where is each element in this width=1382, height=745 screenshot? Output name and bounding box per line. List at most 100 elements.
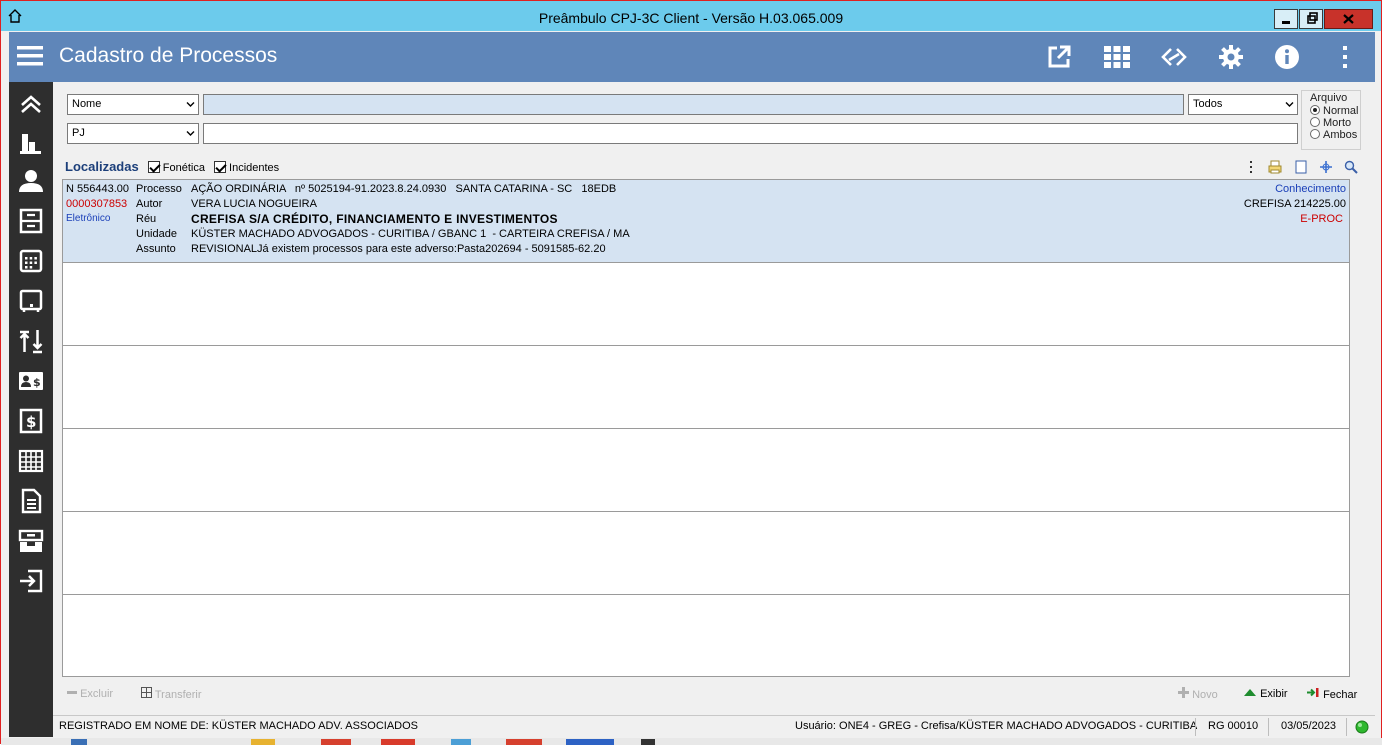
close-icon: [1343, 14, 1354, 24]
empty-row: [63, 429, 1349, 512]
magnifier-icon[interactable]: [1344, 160, 1358, 174]
search-field-select-value: Nome: [72, 98, 102, 110]
arquivo-legend: Arquivo: [1310, 92, 1348, 104]
document-icon[interactable]: [18, 488, 44, 514]
plus-icon: [1178, 687, 1189, 698]
record-fase: Conhecimento: [1275, 183, 1346, 195]
gear-icon[interactable]: [1217, 43, 1245, 71]
chevron-down-icon: [186, 102, 195, 107]
record-code: 0000307853: [66, 198, 128, 210]
empty-row: [63, 263, 1349, 346]
id-card-money-icon[interactable]: $: [18, 368, 44, 394]
record-autor: VERA LUCIA NOGUEIRA: [191, 198, 317, 210]
radio-ambos-label: Ambos: [1323, 129, 1358, 141]
radio-dot: [1310, 117, 1320, 127]
table-icon[interactable]: [18, 448, 44, 474]
printer-icon[interactable]: [1268, 160, 1282, 174]
bar-chart-icon[interactable]: [18, 130, 44, 156]
label-autor: Autor: [136, 198, 163, 210]
sidebar: $ $: [9, 82, 53, 737]
chevrons-up-icon[interactable]: [18, 92, 44, 118]
novo-button[interactable]: Novo: [1178, 687, 1218, 701]
taskbar-app-icon[interactable]: [321, 739, 351, 745]
second-field-select[interactable]: PJ: [67, 123, 199, 144]
sort-arrows-icon[interactable]: [18, 328, 44, 354]
fechar-button[interactable]: Fechar: [1306, 687, 1357, 701]
inbox-icon[interactable]: [18, 528, 44, 554]
taskbar-app-icon[interactable]: [641, 739, 655, 745]
radio-normal[interactable]: Normal: [1310, 105, 1358, 117]
fonetica-checkbox[interactable]: [147, 161, 160, 173]
search-input[interactable]: [203, 94, 1184, 115]
status-usuario: Usuário: ONE4 - GREG - Crefisa/KÜSTER MA…: [795, 720, 1198, 732]
status-separator: [1346, 718, 1347, 736]
grid-apps-icon[interactable]: [1103, 43, 1131, 71]
blank-page-icon[interactable]: [1294, 160, 1308, 174]
triangle-up-icon: [1244, 689, 1256, 696]
radio-ambos[interactable]: Ambos: [1310, 129, 1357, 141]
status-separator: [1268, 718, 1269, 736]
svg-text:$: $: [33, 376, 41, 389]
second-search-input[interactable]: [203, 123, 1298, 144]
minimize-button[interactable]: [1274, 9, 1298, 29]
person-icon[interactable]: [18, 168, 44, 194]
main-content: Nome Todos PJ Arquivo Normal Morto Ambos…: [53, 82, 1375, 737]
more-vertical-icon[interactable]: [1246, 160, 1256, 174]
empty-row: [63, 346, 1349, 429]
taskbar-app-icon[interactable]: [381, 739, 415, 745]
incidentes-label: Incidentes: [229, 162, 280, 174]
fechar-label: Fechar: [1323, 689, 1358, 701]
label-assunto: Assunto: [136, 243, 176, 255]
record-number: N 556443.00: [66, 183, 129, 195]
taskbar-app-icon[interactable]: [566, 739, 614, 745]
results-title: Localizadas: [65, 159, 139, 174]
taskbar-app-icon[interactable]: [506, 739, 542, 745]
empty-row: [63, 512, 1349, 595]
status-rg: RG 00010: [1208, 720, 1259, 732]
status-separator: [1195, 718, 1196, 736]
record-reu: CREFISA S/A CRÉDITO, FINANCIAMENTO E INV…: [191, 212, 558, 226]
restore-button[interactable]: [1299, 9, 1323, 29]
status-date: 03/05/2023: [1281, 720, 1337, 732]
label-reu: Réu: [136, 213, 157, 225]
expand-icon[interactable]: [1319, 160, 1333, 174]
app-window: Preâmbulo CPJ-3C Client - Versão H.03.06…: [0, 0, 1382, 745]
info-icon[interactable]: [1273, 43, 1301, 71]
dollar-box-icon[interactable]: $: [18, 408, 44, 434]
radio-normal-label: Normal: [1323, 105, 1359, 117]
incidentes-checkbox[interactable]: [214, 161, 227, 173]
taskbar-app-icon[interactable]: [251, 739, 275, 745]
taskbar-app-icon[interactable]: [71, 739, 87, 745]
close-button[interactable]: [1324, 9, 1373, 29]
transferir-button[interactable]: Transferir: [141, 687, 202, 701]
calendar-icon[interactable]: [18, 248, 44, 274]
record-processo: AÇÃO ORDINÁRIA nº 5025194-91.2023.8.24.0…: [191, 183, 617, 195]
label-unidade: Unidade: [136, 228, 177, 240]
title-bar: Preâmbulo CPJ-3C Client - Versão H.03.06…: [1, 1, 1381, 31]
novo-label: Novo: [1192, 689, 1218, 701]
footer-toolbar: Excluir Transferir Novo Exibir Fechar: [53, 682, 1375, 706]
table-row[interactable]: N 556443.00 0000307853 Eletrônico Proces…: [63, 180, 1349, 263]
more-vertical-icon[interactable]: [1331, 43, 1359, 71]
sign-in-icon[interactable]: [18, 568, 44, 594]
filter-select[interactable]: Todos: [1188, 94, 1298, 115]
record-cliente: CREFISA 214225.00: [1243, 198, 1346, 210]
taskbar-app-icon[interactable]: [451, 739, 471, 745]
grid-small-icon: [141, 687, 152, 698]
link-diamond-icon[interactable]: [1160, 43, 1188, 71]
exibir-button[interactable]: Exibir: [1243, 687, 1288, 700]
hamburger-menu-icon[interactable]: [17, 45, 43, 67]
open-external-icon[interactable]: [1045, 43, 1073, 71]
window-title: Preâmbulo CPJ-3C Client - Versão H.03.06…: [538, 10, 844, 26]
excluir-button[interactable]: Excluir: [67, 687, 113, 700]
archive-box-icon[interactable]: [18, 208, 44, 234]
monitor-icon[interactable]: [18, 288, 44, 314]
search-field-select[interactable]: Nome: [67, 94, 199, 115]
chevron-down-icon: [186, 131, 195, 136]
status-ok-icon: [1355, 720, 1369, 734]
radio-morto[interactable]: Morto: [1310, 117, 1351, 129]
svg-text:$: $: [26, 413, 36, 431]
status-registrado: REGISTRADO EM NOME DE: KÜSTER MACHADO AD…: [59, 720, 418, 732]
exibir-label: Exibir: [1260, 688, 1288, 700]
excluir-label: Excluir: [80, 688, 114, 700]
